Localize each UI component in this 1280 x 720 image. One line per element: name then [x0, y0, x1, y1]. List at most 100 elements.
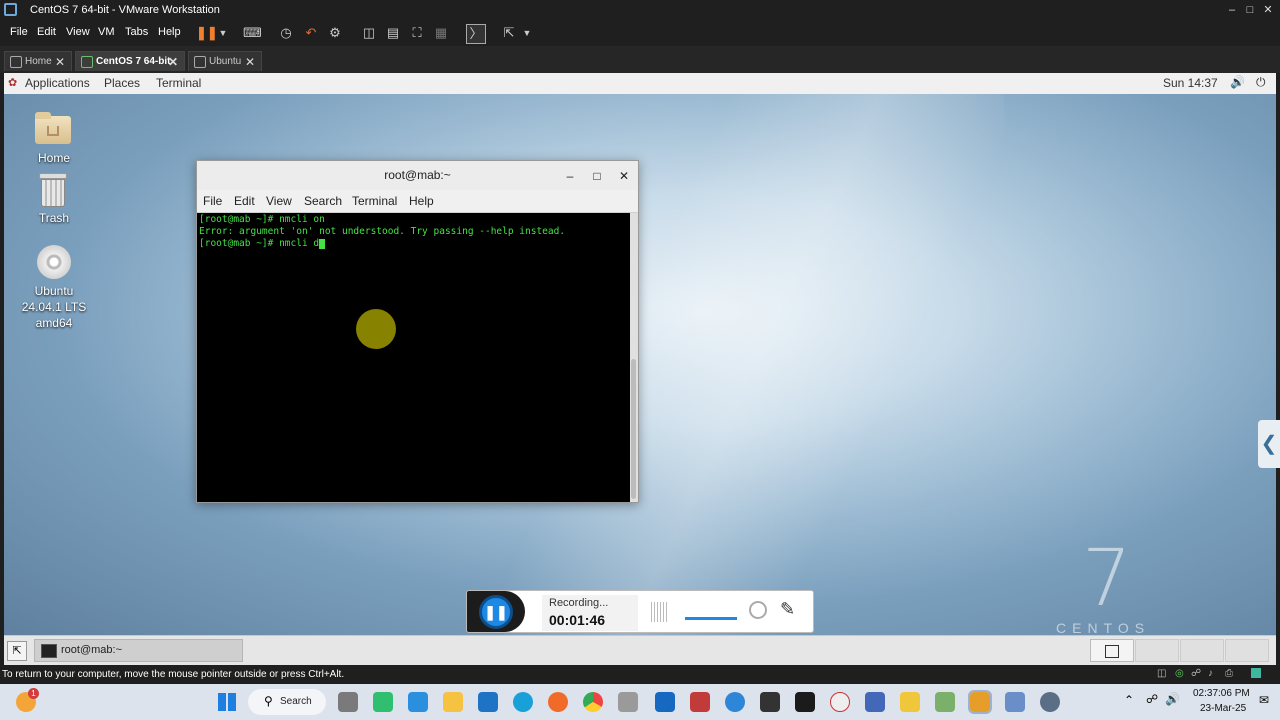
windows-start-icon[interactable]: [218, 693, 236, 711]
notifications-icon[interactable]: ✉: [1259, 693, 1269, 707]
message-icon[interactable]: [1251, 668, 1261, 678]
firefox-icon[interactable]: [548, 692, 568, 712]
terminal-menu-terminal[interactable]: Terminal: [352, 194, 397, 208]
terminal-menu-view[interactable]: View: [266, 194, 292, 208]
home-folder-icon[interactable]: [35, 112, 71, 144]
terminal-menu-help[interactable]: Help: [409, 194, 434, 208]
tab-ubuntu[interactable]: Ubuntu ✕: [188, 51, 262, 71]
revert-snapshot-icon[interactable]: ↶: [302, 24, 320, 42]
workspace-4[interactable]: [1225, 639, 1269, 662]
vmware-workstation-icon[interactable]: [968, 690, 992, 714]
app-icon[interactable]: [373, 692, 393, 712]
app-icon[interactable]: [830, 692, 850, 712]
chevron-down-icon[interactable]: ▼: [214, 24, 232, 42]
terminal-window[interactable]: root@mab:~ – □ ✕ File Edit View Search T…: [196, 160, 639, 503]
app-icon[interactable]: [618, 692, 638, 712]
app-icon[interactable]: [725, 692, 745, 712]
app-icon[interactable]: [935, 692, 955, 712]
chrome-icon[interactable]: [583, 692, 603, 712]
app-icon[interactable]: [900, 692, 920, 712]
close-icon[interactable]: ✕: [1258, 2, 1278, 18]
scrollbar-thumb[interactable]: [631, 359, 636, 499]
taskbar-time[interactable]: 02:37:06 PM: [1193, 688, 1250, 699]
tab-label: Home: [25, 56, 52, 67]
outlook-icon[interactable]: [655, 692, 675, 712]
menu-edit[interactable]: Edit: [37, 26, 56, 38]
terminal-menu-search[interactable]: Search: [304, 194, 342, 208]
chevron-up-icon[interactable]: ⌃: [1124, 693, 1134, 707]
menu-tabs[interactable]: Tabs: [125, 26, 148, 38]
pen-icon[interactable]: ✎: [780, 599, 795, 620]
taskbar-date[interactable]: 23-Mar-25: [1200, 703, 1246, 714]
maximize-icon[interactable]: □: [1240, 2, 1260, 18]
settings-icon[interactable]: [1040, 692, 1060, 712]
terminal-title: root@mab:~: [384, 168, 451, 182]
cd-icon[interactable]: ◎: [1175, 668, 1184, 679]
sound-icon[interactable]: ♪: [1208, 668, 1213, 679]
unity-icon[interactable]: ▦: [432, 24, 450, 42]
terminal-icon[interactable]: [760, 692, 780, 712]
chevron-down-icon[interactable]: ▼: [518, 24, 536, 42]
volume-icon[interactable]: 🔊: [1165, 692, 1180, 706]
command-prompt-icon[interactable]: [795, 692, 815, 712]
calculator-icon[interactable]: [1005, 692, 1025, 712]
terminal-menu-file[interactable]: File: [203, 194, 222, 208]
volume-icon[interactable]: 🔊: [1230, 75, 1245, 89]
tab-centos[interactable]: CentOS 7 64-bit ✕: [75, 51, 185, 71]
menu-vm[interactable]: VM: [98, 26, 115, 38]
disc-icon[interactable]: [37, 245, 71, 279]
thumbnail-bar-icon[interactable]: ▤: [384, 24, 402, 42]
library-icon[interactable]: ◫: [360, 24, 378, 42]
console-view-icon[interactable]: 〉: [466, 24, 486, 44]
suspend-icon[interactable]: ❚❚: [196, 24, 218, 42]
hdd-icon[interactable]: ◫: [1157, 668, 1166, 679]
volume-slider[interactable]: [685, 617, 737, 620]
chevron-left-icon[interactable]: ❮: [1258, 420, 1280, 468]
webcam-icon[interactable]: [749, 601, 767, 619]
show-desktop-icon[interactable]: ⇱: [7, 641, 27, 661]
app-icon[interactable]: [690, 692, 710, 712]
taskbar-item-terminal[interactable]: root@mab:~: [34, 639, 243, 662]
app-icon[interactable]: [865, 692, 885, 712]
menu-help[interactable]: Help: [158, 26, 181, 38]
places-menu[interactable]: Places: [104, 76, 140, 90]
close-icon[interactable]: ✕: [245, 52, 255, 72]
terminal-menu[interactable]: Terminal: [156, 76, 201, 90]
task-view-icon[interactable]: [338, 692, 358, 712]
menu-file[interactable]: File: [10, 26, 28, 38]
terminal-output[interactable]: [root@mab ~]# nmcli on Error: argument '…: [197, 213, 630, 502]
minimize-icon[interactable]: –: [1222, 2, 1242, 18]
workspace-1[interactable]: [1090, 639, 1134, 662]
terminal-scrollbar[interactable]: [630, 213, 638, 502]
printer-icon[interactable]: ⎙: [1225, 668, 1233, 679]
vscode-icon[interactable]: [478, 692, 498, 712]
taskbar-search-box[interactable]: ⚲ Search: [248, 689, 326, 715]
minimize-icon[interactable]: –: [561, 167, 579, 185]
file-explorer-icon[interactable]: [443, 692, 463, 712]
power-icon[interactable]: ⏻: [1256, 75, 1266, 90]
send-ctrl-alt-del-icon[interactable]: ⌨: [243, 24, 262, 42]
menu-view[interactable]: View: [66, 26, 90, 38]
maximize-icon[interactable]: □: [588, 167, 606, 185]
status-message: To return to your computer, move the mou…: [2, 669, 345, 680]
trash-icon[interactable]: [39, 173, 67, 207]
network-icon[interactable]: ☍: [1146, 692, 1158, 706]
workspace-2[interactable]: [1135, 639, 1179, 662]
full-screen-icon[interactable]: ⛶: [408, 24, 426, 42]
close-icon[interactable]: ✕: [615, 167, 633, 185]
close-icon[interactable]: ✕: [55, 52, 65, 72]
network-icon[interactable]: ☍: [1191, 668, 1201, 679]
app-icon[interactable]: [408, 692, 428, 712]
edge-icon[interactable]: [513, 692, 533, 712]
tab-home[interactable]: Home ✕: [4, 51, 72, 71]
applications-menu[interactable]: Applications: [25, 76, 90, 90]
terminal-menu-edit[interactable]: Edit: [234, 194, 255, 208]
window-title: CentOS 7 64-bit - VMware Workstation: [30, 4, 220, 16]
clock[interactable]: Sun 14:37: [1163, 76, 1218, 90]
snapshot-icon[interactable]: ◷: [277, 24, 295, 42]
close-icon[interactable]: ✕: [168, 52, 178, 72]
snapshot-manager-icon[interactable]: ⚙: [326, 24, 344, 42]
stretch-icon[interactable]: ⇱: [500, 24, 518, 42]
pause-recording-button[interactable]: ❚❚: [479, 595, 513, 629]
workspace-3[interactable]: [1180, 639, 1224, 662]
